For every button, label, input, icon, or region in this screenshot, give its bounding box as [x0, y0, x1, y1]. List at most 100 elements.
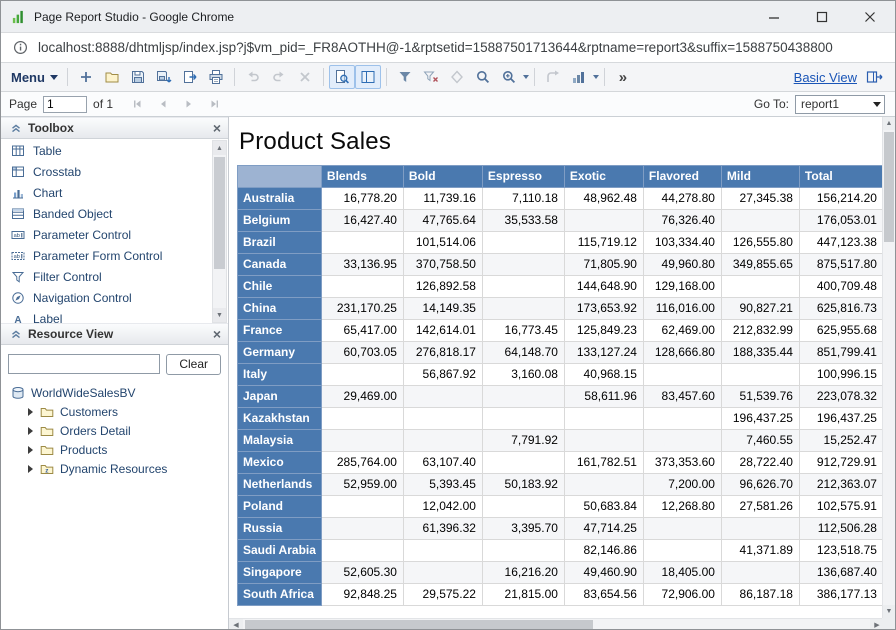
tree-item-orders-detail[interactable]: Orders Detail — [1, 421, 228, 440]
data-cell[interactable]: 40,968.15 — [564, 364, 643, 386]
row-header-mexico[interactable]: Mexico — [238, 452, 322, 474]
row-header-canada[interactable]: Canada — [238, 254, 322, 276]
data-cell[interactable]: 116,016.00 — [643, 298, 721, 320]
data-cell[interactable]: 142,614.01 — [403, 320, 482, 342]
chevron-down-icon[interactable] — [523, 75, 529, 79]
data-cell[interactable]: 125,849.23 — [564, 320, 643, 342]
data-cell[interactable] — [643, 540, 721, 562]
minimize-button[interactable] — [767, 10, 781, 24]
data-cell[interactable] — [721, 518, 799, 540]
scroll-left-icon[interactable]: ◀ — [229, 619, 243, 630]
data-cell[interactable] — [482, 452, 564, 474]
data-cell[interactable]: 49,460.90 — [564, 562, 643, 584]
data-cell[interactable]: 912,729.91 — [799, 452, 883, 474]
data-cell[interactable]: 400,709.48 — [799, 276, 883, 298]
data-cell[interactable]: 115,719.12 — [564, 232, 643, 254]
data-cell[interactable]: 29,469.00 — [321, 386, 403, 408]
data-cell[interactable]: 231,170.25 — [321, 298, 403, 320]
scroll-down-icon[interactable]: ▼ — [883, 605, 895, 618]
data-cell[interactable]: 625,955.68 — [799, 320, 883, 342]
data-cell[interactable]: 188,335.44 — [721, 342, 799, 364]
row-header-chile[interactable]: Chile — [238, 276, 322, 298]
report-canvas[interactable]: Product Sales BlendsBoldEspressoExoticFl… — [229, 117, 884, 618]
data-cell[interactable] — [643, 518, 721, 540]
data-cell[interactable]: 386,177.13 — [799, 584, 883, 606]
collapse-icon[interactable] — [8, 327, 23, 342]
tree-item-dynamic-resources[interactable]: zDynamic Resources — [1, 459, 228, 478]
data-cell[interactable]: 196,437.25 — [721, 408, 799, 430]
toolbox-item-banded-object[interactable]: Banded Object — [1, 203, 211, 224]
data-cell[interactable]: 65,417.00 — [321, 320, 403, 342]
data-cell[interactable] — [564, 430, 643, 452]
data-cell[interactable]: 144,648.90 — [564, 276, 643, 298]
data-cell[interactable]: 285,764.00 — [321, 452, 403, 474]
data-cell[interactable]: 875,517.80 — [799, 254, 883, 276]
toolbox-item-filter-control[interactable]: Filter Control — [1, 266, 211, 287]
data-cell[interactable]: 851,799.41 — [799, 342, 883, 364]
toolbox-header[interactable]: Toolbox × — [1, 117, 228, 139]
data-cell[interactable]: 136,687.40 — [799, 562, 883, 584]
data-cell[interactable] — [482, 276, 564, 298]
data-cell[interactable]: 16,778.20 — [321, 188, 403, 210]
data-cell[interactable] — [321, 518, 403, 540]
close-button[interactable] — [863, 10, 877, 24]
data-cell[interactable]: 276,818.17 — [403, 342, 482, 364]
data-cell[interactable] — [643, 430, 721, 452]
data-cell[interactable]: 27,345.38 — [721, 188, 799, 210]
data-cell[interactable]: 103,334.40 — [643, 232, 721, 254]
data-cell[interactable]: 86,187.18 — [721, 584, 799, 606]
column-header-mild[interactable]: Mild — [721, 166, 799, 188]
resource-view-close-icon[interactable]: × — [213, 327, 221, 341]
data-cell[interactable]: 92,848.25 — [321, 584, 403, 606]
search-icon[interactable] — [470, 65, 496, 89]
data-cell[interactable]: 161,782.51 — [564, 452, 643, 474]
data-cell[interactable] — [482, 496, 564, 518]
data-cell[interactable]: 18,405.00 — [643, 562, 721, 584]
row-header-china[interactable]: China — [238, 298, 322, 320]
data-cell[interactable] — [564, 210, 643, 232]
data-cell[interactable]: 63,107.40 — [403, 452, 482, 474]
data-cell[interactable]: 96,626.70 — [721, 474, 799, 496]
data-cell[interactable]: 71,805.90 — [564, 254, 643, 276]
row-header-germany[interactable]: Germany — [238, 342, 322, 364]
data-cell[interactable]: 58,611.96 — [564, 386, 643, 408]
scrollbar-thumb[interactable] — [245, 620, 593, 630]
data-cell[interactable]: 49,960.80 — [643, 254, 721, 276]
data-cell[interactable]: 51,539.76 — [721, 386, 799, 408]
basic-view-icon[interactable] — [861, 65, 887, 89]
data-cell[interactable]: 83,654.56 — [564, 584, 643, 606]
data-cell[interactable]: 56,867.92 — [403, 364, 482, 386]
data-cell[interactable]: 7,460.55 — [721, 430, 799, 452]
data-cell[interactable]: 27,581.26 — [721, 496, 799, 518]
page-info-icon[interactable] — [13, 40, 28, 55]
data-cell[interactable]: 52,605.30 — [321, 562, 403, 584]
data-cell[interactable]: 101,514.06 — [403, 232, 482, 254]
row-header-france[interactable]: France — [238, 320, 322, 342]
data-cell[interactable] — [321, 540, 403, 562]
data-cell[interactable]: 14,149.35 — [403, 298, 482, 320]
expand-arrow-icon[interactable] — [28, 465, 33, 473]
data-cell[interactable]: 28,722.40 — [721, 452, 799, 474]
data-cell[interactable] — [321, 232, 403, 254]
vertical-scrollbar[interactable]: ▲ ▼ — [882, 117, 895, 618]
data-cell[interactable]: 212,363.07 — [799, 474, 883, 496]
data-cell[interactable] — [482, 232, 564, 254]
row-header-italy[interactable]: Italy — [238, 364, 322, 386]
row-header-south-africa[interactable]: South Africa — [238, 584, 322, 606]
panel-tool-icon[interactable] — [355, 65, 381, 89]
row-header-brazil[interactable]: Brazil — [238, 232, 322, 254]
column-header-espresso[interactable]: Espresso — [482, 166, 564, 188]
basic-view-link[interactable]: Basic View — [794, 70, 857, 85]
view-tool-icon[interactable] — [329, 65, 355, 89]
data-cell[interactable]: 123,518.75 — [799, 540, 883, 562]
toolbox-item-navigation-control[interactable]: Navigation Control — [1, 287, 211, 308]
row-header-singapore[interactable]: Singapore — [238, 562, 322, 584]
data-cell[interactable]: 50,683.84 — [564, 496, 643, 518]
data-cell[interactable] — [321, 408, 403, 430]
data-cell[interactable]: 7,110.18 — [482, 188, 564, 210]
scrollbar-thumb[interactable] — [884, 132, 894, 242]
address-bar[interactable]: localhost:8888/dhtmljsp/index.jsp?j$vm_p… — [1, 33, 895, 63]
data-cell[interactable] — [321, 430, 403, 452]
row-header-kazakhstan[interactable]: Kazakhstan — [238, 408, 322, 430]
data-cell[interactable] — [321, 496, 403, 518]
